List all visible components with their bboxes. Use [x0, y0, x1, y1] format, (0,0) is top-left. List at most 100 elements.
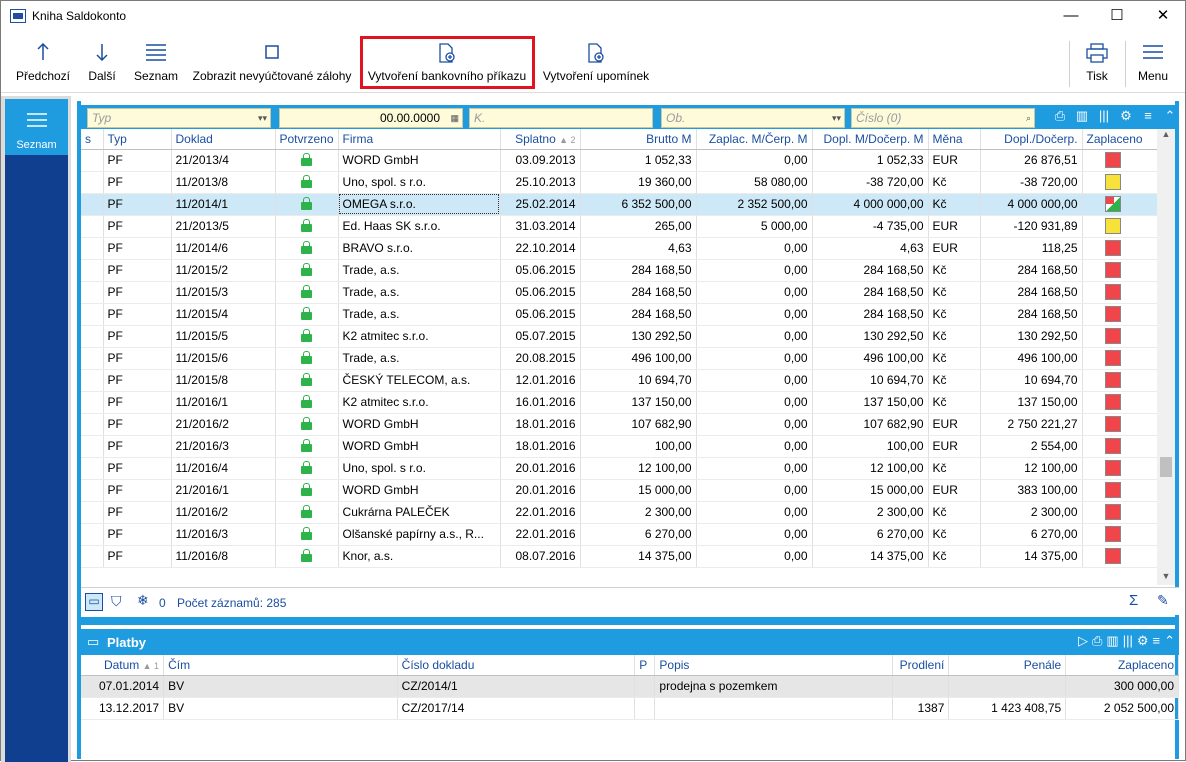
table-row[interactable]: PF 11/2015/4 Trade, a.s. 05.06.2015 284 168,… — [81, 303, 1163, 326]
column-header[interactable]: Datum ▲ 1 — [81, 655, 165, 676]
payment-status-icon — [1104, 438, 1121, 454]
nav-item-seznam[interactable]: Seznam — [5, 99, 68, 155]
printer-icon[interactable]: ⎙ — [1092, 633, 1102, 649]
table-row[interactable]: PF 21/2016/3 WORD GmbH 18.01.2016 100,00 0,00… — [81, 435, 1163, 458]
chevron-up-icon[interactable]: ⌃ — [1164, 633, 1175, 649]
cell-potvrzeno — [275, 281, 339, 304]
column-header[interactable]: Splatno ▲ 2 — [500, 129, 581, 150]
snowflake-icon[interactable]: ❄ — [137, 592, 149, 609]
next-button[interactable]: Další — [81, 31, 123, 93]
column-header[interactable]: Firma — [338, 129, 501, 150]
window-title: Kniha Saldokonto — [32, 9, 127, 23]
column-header[interactable]: Potvrzeno — [275, 129, 339, 150]
date-filter-input[interactable]: 00.00.0000 ▦ — [279, 108, 463, 128]
hamburger-icon[interactable]: ≡ — [1153, 633, 1161, 649]
cell-typ: PF — [103, 303, 172, 326]
column-header[interactable]: Dopl. M/Dočerp. M — [812, 129, 929, 150]
payment-status-icon — [1104, 504, 1121, 520]
column-header[interactable]: Prodlení — [892, 655, 950, 676]
gear-icon[interactable]: ⚙ — [1137, 633, 1149, 649]
scroll-up-icon[interactable]: ▲ — [1157, 129, 1175, 139]
list-button[interactable]: Seznam — [129, 31, 183, 93]
cell-potvrzeno — [275, 325, 339, 348]
book-icon[interactable]: ▭ — [85, 593, 103, 611]
table-row[interactable]: PF 11/2015/2 Trade, a.s. 05.06.2015 284 168,… — [81, 259, 1163, 282]
previous-button[interactable]: Předchozí — [11, 31, 75, 93]
column-header[interactable]: Číslo dokladu — [397, 655, 636, 676]
chart-icon[interactable]: ▥ — [1073, 108, 1091, 128]
cell-popis: prodejna s pozemkem — [654, 675, 893, 698]
table-row[interactable]: PF 11/2015/3 Trade, a.s. 05.06.2015 284 168,… — [81, 281, 1163, 304]
scroll-thumb[interactable] — [1160, 457, 1172, 477]
close-button[interactable]: ✕ — [1140, 1, 1186, 31]
table-row[interactable]: PF 11/2016/2 Cukrárna PALEČEK 22.01.2016 2 3… — [81, 501, 1163, 524]
menu-button[interactable]: Menu — [1129, 31, 1177, 93]
table-row[interactable]: 07.01.2014 BV CZ/2014/1 prodejna s pozemkem… — [81, 675, 1179, 698]
table-row[interactable]: PF 11/2016/1 K2 atmitec s.r.o. 16.01.2016 13… — [81, 391, 1163, 414]
edit-icon[interactable]: ✎ — [1157, 592, 1169, 609]
column-header[interactable]: Zaplaceno — [1082, 129, 1163, 150]
column-header[interactable]: P — [634, 655, 656, 676]
maximize-button[interactable]: ☐ — [1094, 1, 1140, 31]
panel-splitter[interactable] — [81, 617, 1179, 625]
cell-s — [81, 391, 104, 414]
cell-splatno: 05.07.2015 — [500, 325, 581, 348]
cell-zaplac: 0,00 — [696, 413, 813, 436]
table-row[interactable]: PF 11/2016/4 Uno, spol. s r.o. 20.01.2016 12… — [81, 457, 1163, 480]
number-filter-input[interactable]: Číslo (0) ⌕ — [851, 108, 1035, 128]
table-row[interactable]: PF 21/2013/5 Ed. Haas SK s.r.o. 31.03.2014 2… — [81, 215, 1163, 238]
cell-s — [81, 303, 104, 326]
left-nav-panel: Seznam — [5, 99, 68, 762]
vertical-scrollbar[interactable]: ▲ ▼ — [1157, 129, 1175, 585]
column-header[interactable]: s — [81, 129, 104, 150]
table-row[interactable]: PF 11/2014/1 OMEGA s.r.o. 25.02.2014 6 352 5… — [81, 193, 1163, 216]
table-row[interactable]: PF 11/2015/6 Trade, a.s. 20.08.2015 496 100,… — [81, 347, 1163, 370]
cell-zaplac: 0,00 — [696, 303, 813, 326]
table-row[interactable]: PF 11/2013/8 Uno, spol. s r.o. 25.10.2013 19… — [81, 171, 1163, 194]
minimize-button[interactable]: — — [1048, 1, 1094, 31]
chevron-up-icon[interactable]: ⌃ — [1161, 108, 1179, 128]
cell-firma: OMEGA s.r.o. — [338, 193, 501, 216]
column-header[interactable]: Penále — [948, 655, 1067, 676]
chart-icon[interactable]: ▥ — [1106, 633, 1118, 649]
cell-splatno: 03.09.2013 — [500, 149, 581, 172]
column-header[interactable]: Typ — [103, 129, 172, 150]
table-row[interactable]: PF 11/2016/3 Olšanské papírny a.s., R... 22… — [81, 523, 1163, 546]
cell-s — [81, 523, 104, 546]
create-reminders-button[interactable]: Vytvoření upomínek — [539, 31, 653, 93]
lock-icon — [301, 417, 313, 430]
table-row[interactable]: PF 11/2016/8 Knor, a.s. 08.07.2016 14 375,00… — [81, 545, 1163, 568]
show-unsettled-advances-button[interactable]: Zobrazit nevyúčtované zálohy — [191, 31, 353, 93]
sum-icon[interactable]: Σ — [1129, 592, 1138, 609]
printer-icon[interactable]: ⎙ — [1051, 108, 1069, 128]
table-row[interactable]: PF 21/2016/1 WORD GmbH 20.01.2016 15 000,00 0… — [81, 479, 1163, 502]
filter-icon[interactable]: ⛉ — [111, 593, 122, 610]
play-icon[interactable]: ▷ — [1078, 633, 1088, 649]
scroll-down-icon[interactable]: ▼ — [1157, 571, 1175, 581]
table-row[interactable]: PF 11/2015/8 ČESKÝ TELECOM, a.s. 12.01.2016… — [81, 369, 1163, 392]
column-header[interactable]: Brutto M — [580, 129, 697, 150]
column-header[interactable]: Doklad — [171, 129, 276, 150]
column-header[interactable]: Zaplaceno — [1065, 655, 1179, 676]
k-filter-input[interactable]: K. — [469, 108, 653, 128]
gear-icon[interactable]: ⚙ — [1117, 108, 1135, 128]
table-row[interactable]: 13.12.2017 BV CZ/2017/14 1387 1 423 408,75 2 … — [81, 697, 1179, 720]
table-row[interactable]: PF 11/2015/5 K2 atmitec s.r.o. 05.07.2015 13… — [81, 325, 1163, 348]
column-header[interactable]: Dopl./Dočerp. — [980, 129, 1083, 150]
ob-filter-input[interactable]: Ob. ▾▾ — [661, 108, 845, 128]
hamburger-icon[interactable]: ≡ — [1139, 108, 1157, 128]
column-header[interactable]: Popis — [654, 655, 893, 676]
print-button[interactable]: Tisk — [1073, 31, 1121, 93]
table-row[interactable]: PF 21/2016/2 WORD GmbH 18.01.2016 107 682,90… — [81, 413, 1163, 436]
barcode-icon[interactable]: ||| — [1123, 633, 1133, 649]
column-header[interactable]: Čím — [163, 655, 398, 676]
cell-splatno: 20.01.2016 — [500, 457, 581, 480]
type-filter-input[interactable]: Typ ▾▾ — [87, 108, 271, 128]
column-header[interactable]: Zaplac. M/Čerp. M — [696, 129, 813, 150]
cell-brutto: 284 168,50 — [580, 281, 697, 304]
cell-firma: ČESKÝ TELECOM, a.s. — [338, 369, 501, 392]
barcode-icon[interactable]: ||| — [1095, 108, 1113, 128]
table-row[interactable]: PF 11/2014/6 BRAVO s.r.o. 22.10.2014 4,63 0,0… — [81, 237, 1163, 260]
column-header[interactable]: Měna — [928, 129, 981, 150]
table-row[interactable]: PF 21/2013/4 WORD GmbH 03.09.2013 1 052,33 0,… — [81, 149, 1163, 172]
